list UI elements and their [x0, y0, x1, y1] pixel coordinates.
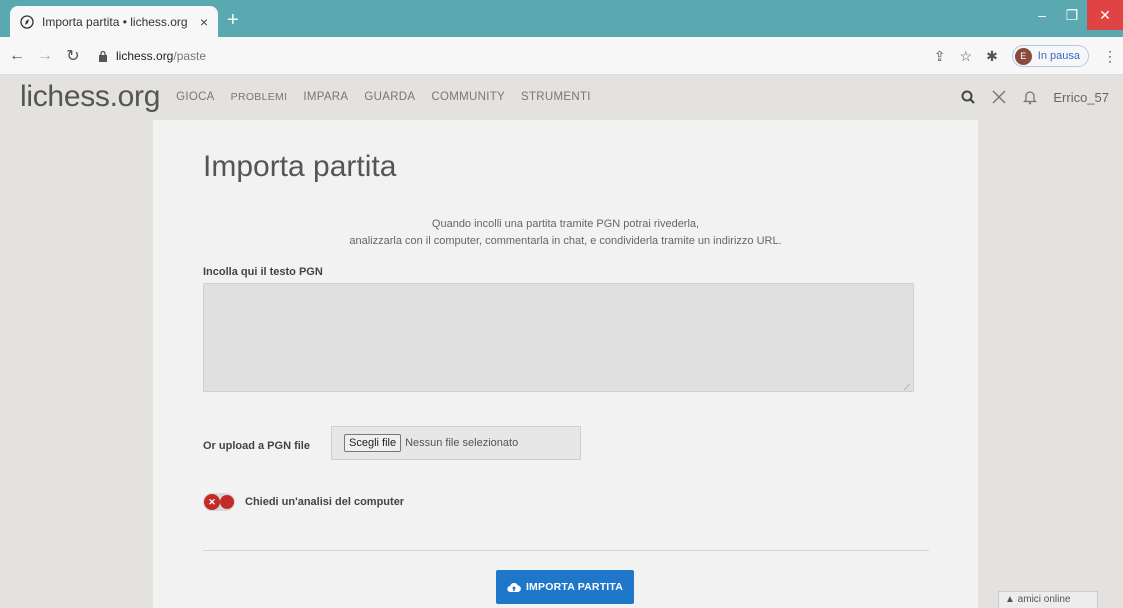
divider — [203, 550, 929, 551]
search-icon[interactable] — [961, 90, 976, 104]
address-bar: ← → ↻ lichess.org/paste ⇪ ☆ ✱ E In pausa… — [0, 37, 1123, 75]
username-link[interactable]: Errico_57 — [1053, 90, 1109, 105]
window-close-icon[interactable]: ✕ — [1087, 0, 1123, 30]
analysis-label: Chiedi un'analisi del computer — [245, 496, 405, 508]
nav-gioca[interactable]: GIOCA — [176, 91, 215, 103]
profile-status: In pausa — [1037, 50, 1080, 62]
profile-button[interactable]: E In pausa — [1011, 45, 1089, 67]
browser-tab-bar: Importa partita • lichess.org × + – ❐ ✕ — [0, 0, 1123, 37]
file-status: Nessun file selezionato — [405, 437, 519, 449]
menu-dots-icon[interactable]: ⋮ — [1103, 48, 1117, 65]
url-host: lichess.org — [116, 48, 174, 63]
nav-community[interactable]: COMMUNITY — [431, 91, 505, 103]
top-nav: GIOCA PROBLEMI IMPARA GUARDA COMMUNITY S… — [176, 91, 591, 103]
resize-grip-icon[interactable]: ⟋ — [904, 382, 910, 393]
lichess-favicon-icon — [20, 14, 34, 29]
lock-icon — [99, 50, 107, 62]
url-path: /paste — [173, 48, 207, 63]
choose-file-button[interactable]: Scegli file — [344, 434, 402, 452]
import-panel: Importa partita Quando incolli una parti… — [153, 120, 978, 608]
upload-label: Or upload a PGN file — [203, 440, 310, 452]
intro-line-1: Quando incolli una partita tramite PGN p… — [431, 218, 700, 230]
avatar: E — [1014, 47, 1032, 65]
site-header: lichess.org GIOCA PROBLEMI IMPARA GUARDA… — [0, 76, 1123, 118]
url-field[interactable]: lichess.org/paste — [98, 49, 206, 63]
tab-close-icon[interactable]: × — [200, 14, 208, 30]
nav-problemi[interactable]: PROBLEMI — [231, 91, 288, 103]
file-input[interactable]: Scegli file Nessun file selezionato — [331, 426, 581, 460]
site-logo[interactable]: lichess.org — [20, 80, 160, 114]
toggle-off-icon: ✕ — [204, 494, 220, 510]
nav-guarda[interactable]: GUARDA — [364, 91, 415, 103]
import-button-label: IMPORTA PARTITA — [525, 581, 624, 593]
import-game-button[interactable]: IMPORTA PARTITA — [496, 570, 634, 604]
extensions-icon[interactable]: ✱ — [986, 48, 998, 65]
intro-text: Quando incolli una partita tramite PGN p… — [153, 216, 978, 250]
analysis-toggle[interactable]: ✕ — [203, 493, 235, 511]
new-tab-button[interactable]: + — [227, 10, 239, 30]
nav-impara[interactable]: IMPARA — [303, 91, 348, 103]
back-arrow-icon[interactable]: ← — [6, 47, 28, 65]
forward-arrow-icon[interactable]: → — [34, 47, 56, 65]
reload-icon[interactable]: ↻ — [62, 46, 84, 66]
minimize-icon[interactable]: – — [1027, 0, 1057, 30]
bell-icon[interactable] — [1023, 89, 1038, 105]
browser-tab[interactable]: Importa partita • lichess.org × — [10, 6, 218, 37]
share-icon[interactable]: ⇪ — [934, 48, 946, 65]
swords-icon[interactable] — [991, 89, 1007, 105]
page-title: Importa partita — [203, 150, 397, 183]
star-icon[interactable]: ☆ — [960, 48, 973, 65]
intro-line-2: analizzarla con il computer, commentarla… — [349, 235, 782, 247]
restore-icon[interactable]: ❐ — [1057, 0, 1087, 30]
window-controls: – ❐ ✕ — [1027, 0, 1123, 30]
pgn-label: Incolla qui il testo PGN — [203, 266, 323, 278]
analysis-toggle-row: ✕ Chiedi un'analisi del computer — [203, 493, 404, 511]
nav-strumenti[interactable]: STRUMENTI — [521, 91, 591, 103]
header-right: Errico_57 — [961, 76, 1109, 118]
friends-online-bar[interactable]: ▲ amici online — [998, 591, 1098, 608]
toggle-track — [220, 495, 234, 509]
pgn-textarea[interactable] — [203, 283, 914, 392]
browser-toolbar-right: ⇪ ☆ ✱ E In pausa ⋮ — [934, 37, 1117, 75]
cloud-upload-icon — [507, 582, 521, 592]
tab-title: Importa partita • lichess.org — [42, 14, 188, 29]
